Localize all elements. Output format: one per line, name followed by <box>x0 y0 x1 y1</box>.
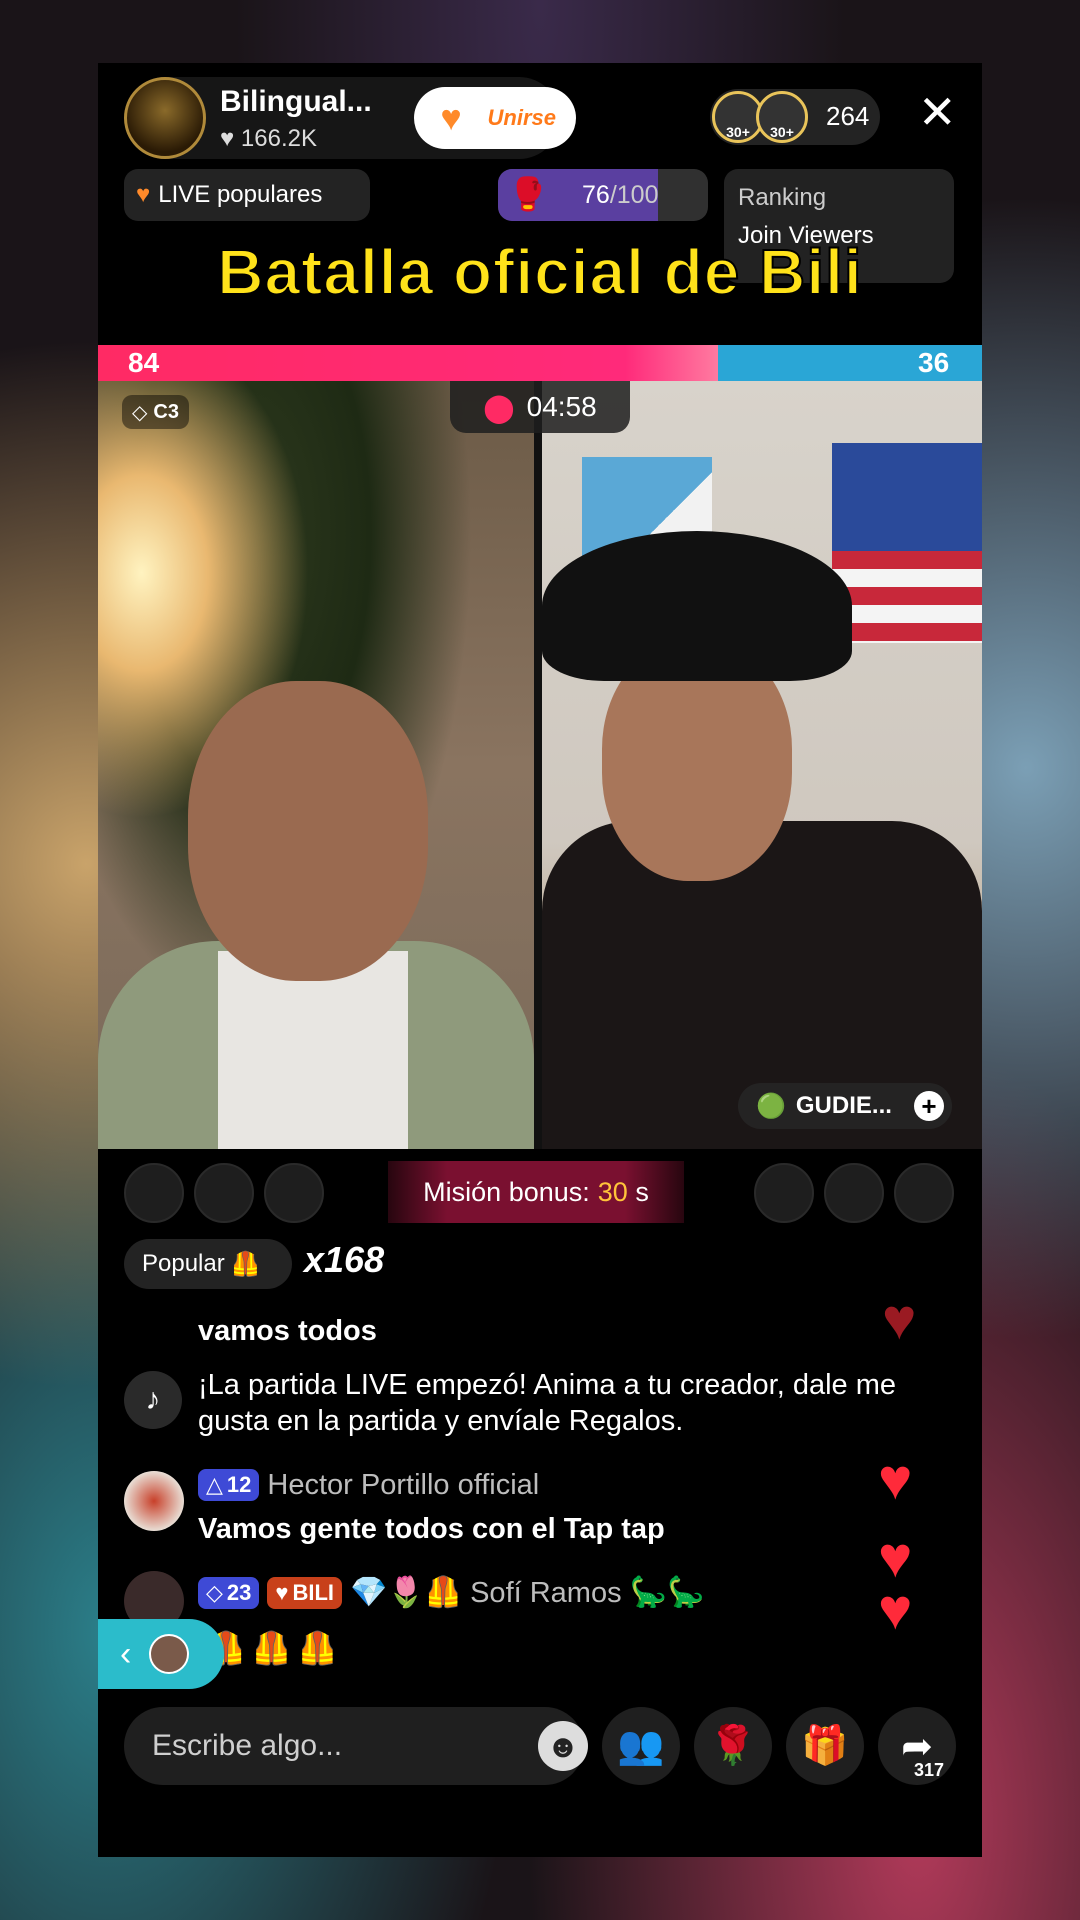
chevron-left-icon: ‹ <box>120 1634 132 1673</box>
host-avatar[interactable] <box>124 77 206 159</box>
popular-badge[interactable]: Popular 🦺 <box>124 1239 292 1289</box>
host-info[interactable]: Bilingual... ♥ 166.2K ♥ Unirse <box>124 77 576 159</box>
supporter-avatar[interactable] <box>194 1163 254 1223</box>
rank-badge: ◇ C3 <box>122 395 189 429</box>
level-badge: △ 12 <box>198 1469 260 1501</box>
opponent-tag[interactable]: 🟢 GUDIE... + <box>738 1083 952 1129</box>
diamond-icon: ◇ <box>132 401 148 424</box>
multiguest-icon[interactable]: 👥 <box>602 1707 680 1785</box>
heart-icon: ♥ <box>878 1577 913 1642</box>
battle-score-bar: 84 36 <box>98 345 982 381</box>
heart-icon: ♥ <box>136 181 151 208</box>
heart-icon: ♥ <box>878 1447 913 1512</box>
chat-message: vamos todos <box>198 1315 377 1347</box>
person-face <box>188 681 428 981</box>
close-icon[interactable]: ✕ <box>918 89 957 135</box>
gift-emojis: 💎🌷🦺 <box>350 1576 463 1609</box>
supporter-avatar[interactable] <box>824 1163 884 1223</box>
comment-input[interactable]: Escribe algo... ☻ <box>124 1707 588 1785</box>
supporter-avatar[interactable] <box>124 1163 184 1223</box>
bonus-mission: Misión bonus: 30 s <box>388 1161 684 1223</box>
name-emojis: 🦕🦕 <box>629 1576 705 1609</box>
emoji-icon[interactable]: ☻ <box>538 1721 588 1771</box>
supporter-avatar[interactable] <box>754 1163 814 1223</box>
viewers-counter[interactable]: 30+ 30+ 264 <box>710 89 880 145</box>
heart-icon: ♥ <box>220 125 235 152</box>
goal-progress-text: 76/100 <box>582 181 659 209</box>
vest-icon: 🦺 <box>230 1250 261 1278</box>
heart-icon: ♥ <box>275 1580 289 1605</box>
level-icon: ◇ <box>206 1580 223 1605</box>
host-name[interactable]: Bilingual... <box>220 85 372 119</box>
boxing-gloves-icon: ⬤ <box>483 391 515 423</box>
goal-icon: 🥊 <box>508 176 548 212</box>
live-popular-badge[interactable]: ♥ LIVE populares <box>124 169 370 221</box>
score-left: 84 <box>128 347 160 378</box>
score-right: 36 <box>918 347 950 378</box>
share-icon[interactable]: ➦ 317 <box>878 1707 956 1785</box>
gift-icon[interactable]: 🎁 <box>786 1707 864 1785</box>
follow-plus-icon[interactable]: + <box>914 1091 944 1121</box>
supporter-avatar[interactable] <box>894 1163 954 1223</box>
heart-plus-icon: ♥ <box>440 97 462 138</box>
chat-emojis: 🦺🦺🦺 <box>206 1630 344 1666</box>
panel-divider <box>534 381 542 1149</box>
score-bar-left <box>98 345 718 381</box>
level-icon: △ <box>206 1472 223 1497</box>
avatar: 🟢 <box>756 1092 786 1120</box>
supporter-avatar[interactable] <box>264 1163 324 1223</box>
chat-message: Vamos gente todos con el Tap tap <box>198 1513 665 1545</box>
video-left[interactable]: ◇ C3 <box>98 381 534 1149</box>
live-screen: Bilingual... ♥ 166.2K ♥ Unirse 30+ 30+ 2… <box>98 63 982 1857</box>
collapse-tab[interactable]: ‹ <box>98 1619 224 1689</box>
username[interactable]: Sofí Ramos <box>470 1575 622 1611</box>
flag <box>832 443 982 643</box>
goal-progress[interactable]: 🥊 76/100 <box>498 169 708 221</box>
rose-icon[interactable]: 🌹 <box>694 1707 772 1785</box>
video-right[interactable] <box>542 381 982 1149</box>
viewer-count: 264 <box>826 101 870 131</box>
avatar[interactable] <box>124 1471 184 1531</box>
level-badge: ◇ 23 <box>198 1577 260 1609</box>
join-button[interactable]: ♥ Unirse <box>414 87 576 149</box>
fan-badge: ♥ BILI <box>267 1577 343 1609</box>
system-message: ¡La partida LIVE empezó! Anima a tu crea… <box>198 1369 897 1437</box>
username[interactable]: Hector Portillo official <box>267 1467 539 1503</box>
chat-user-line: ◇ 23 ♥ BILI 💎🌷🦺 Sofí Ramos 🦕🦕 <box>198 1575 704 1611</box>
avatar <box>149 1634 190 1674</box>
viewer-avatar[interactable]: 30+ <box>756 91 808 143</box>
ranking-title: Ranking <box>738 184 827 211</box>
banner-title: Batalla oficial de Bili <box>216 235 863 309</box>
tiktok-icon: ♪ <box>124 1371 182 1429</box>
share-count: 317 <box>913 1760 944 1780</box>
host-likes: ♥ 166.2K <box>220 125 317 152</box>
cowboy-hat <box>542 531 852 681</box>
popular-multiplier: x168 <box>304 1239 385 1280</box>
heart-icon: ♥ <box>882 1287 917 1352</box>
battle-timer: ⬤ 04:58 <box>450 381 630 433</box>
chat-user-line: △ 12 Hector Portillo official <box>198 1467 539 1503</box>
